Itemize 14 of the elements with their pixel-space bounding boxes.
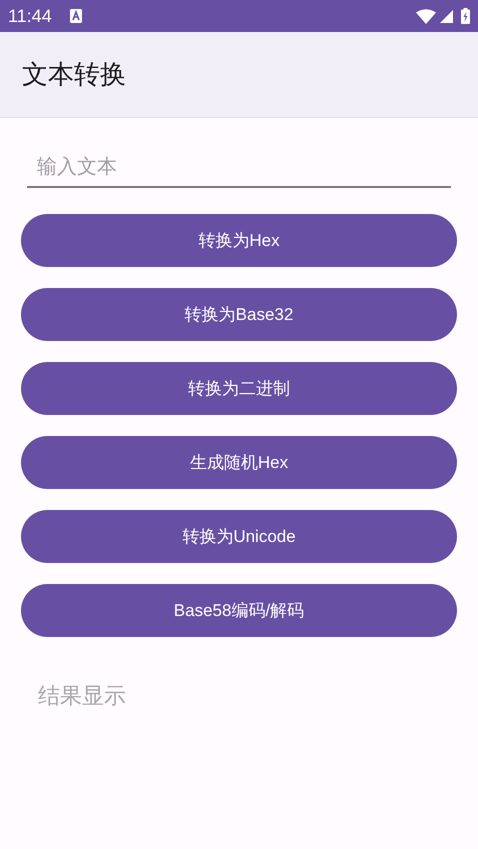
action-button[interactable]: 转换为二进制 [21,362,457,415]
signal-icon [440,10,453,22]
action-button[interactable]: 转换为Hex [21,214,457,267]
app-title: 文本转换 [22,58,126,91]
wifi-icon [416,8,436,24]
action-button[interactable]: 转换为Unicode [21,510,457,563]
action-button[interactable]: 生成随机Hex [21,436,457,489]
notification-icon [70,9,82,23]
text-input-field[interactable]: 输入文本 [27,148,451,188]
battery-icon [461,8,470,24]
result-text: 结果显示 [38,682,126,710]
status-time: 11:44 [8,7,52,25]
action-button[interactable]: Base58编码/解码 [21,584,457,637]
action-button[interactable]: 转换为Base32 [21,288,457,341]
